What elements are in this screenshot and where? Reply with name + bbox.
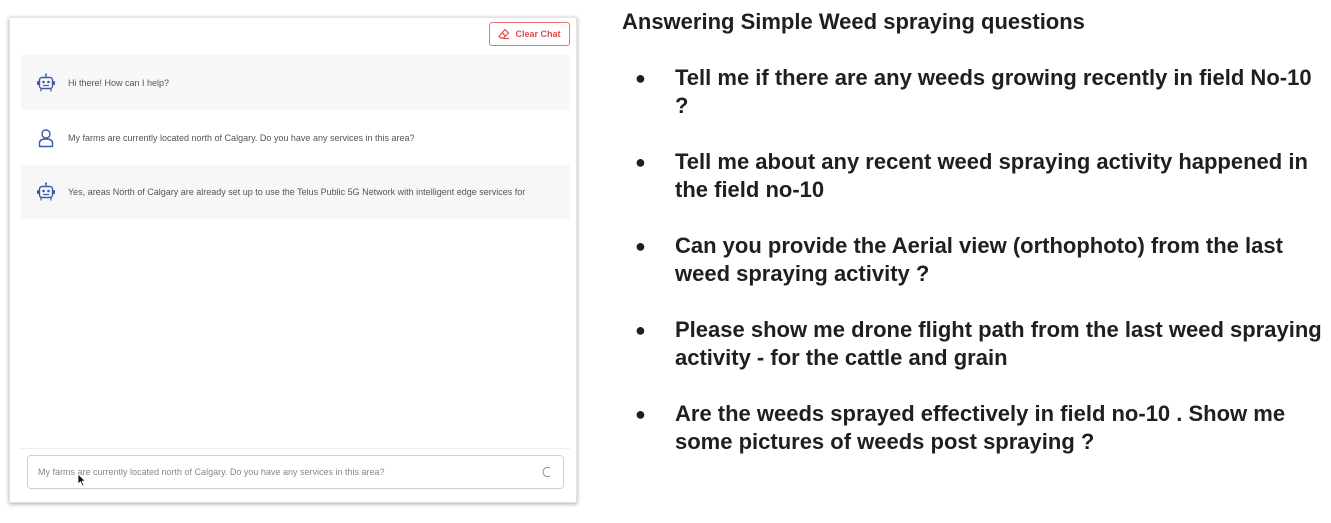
question-text: Can you provide the Aerial view (orthoph… [675,233,1283,286]
message-list: Hi there! How can I help? My farms are c… [21,55,570,219]
bullet-icon: ● [635,68,646,88]
question-item: ● Can you provide the Aerial view (ortho… [622,232,1322,288]
eraser-icon [498,28,510,40]
question-item: ● Tell me about any recent weed spraying… [622,148,1322,204]
question-text: Tell me about any recent weed spraying a… [675,149,1308,202]
loading-spinner-icon [541,466,553,478]
chat-message-text: Hi there! How can I help? [68,77,170,88]
chat-message-bot: Hi there! How can I help? [21,55,570,110]
question-item: ● Tell me if there are any weeds growing… [622,64,1322,120]
bullet-icon: ● [635,152,646,172]
robot-icon [35,181,57,203]
clear-chat-button[interactable]: Clear Chat [489,22,570,46]
questions-title: Answering Simple Weed spraying questions [622,9,1085,34]
chat-message-text: My farms are currently located north of … [68,132,415,143]
chat-input[interactable] [38,467,541,477]
clear-chat-label: Clear Chat [515,29,561,39]
questions-list: ● Tell me if there are any weeds growing… [622,64,1322,456]
page: Clear Chat Hi there! How can I help? My … [0,0,1331,523]
question-item: ● Are the weeds sprayed effectively in f… [622,400,1322,456]
question-text: Are the weeds sprayed effectively in fie… [675,401,1286,454]
bullet-icon: ● [635,404,646,424]
chat-input-box[interactable] [27,455,564,489]
mouse-pointer-icon [77,473,87,487]
user-icon [35,127,57,149]
input-divider [21,448,570,449]
questions-section: Answering Simple Weed spraying questions… [622,8,1322,484]
chat-message-user: My farms are currently located north of … [21,110,570,165]
chat-panel: Clear Chat Hi there! How can I help? My … [9,17,577,503]
chat-message-bot: Yes, areas North of Calgary are already … [21,165,570,219]
chat-message-text: Yes, areas North of Calgary are already … [68,187,526,197]
question-text: Tell me if there are any weeds growing r… [675,65,1312,118]
robot-icon [35,72,57,94]
bullet-icon: ● [635,236,646,256]
bullet-icon: ● [635,320,646,340]
question-text: Please show me drone flight path from th… [675,317,1322,370]
question-item: ● Please show me drone flight path from … [622,316,1322,372]
